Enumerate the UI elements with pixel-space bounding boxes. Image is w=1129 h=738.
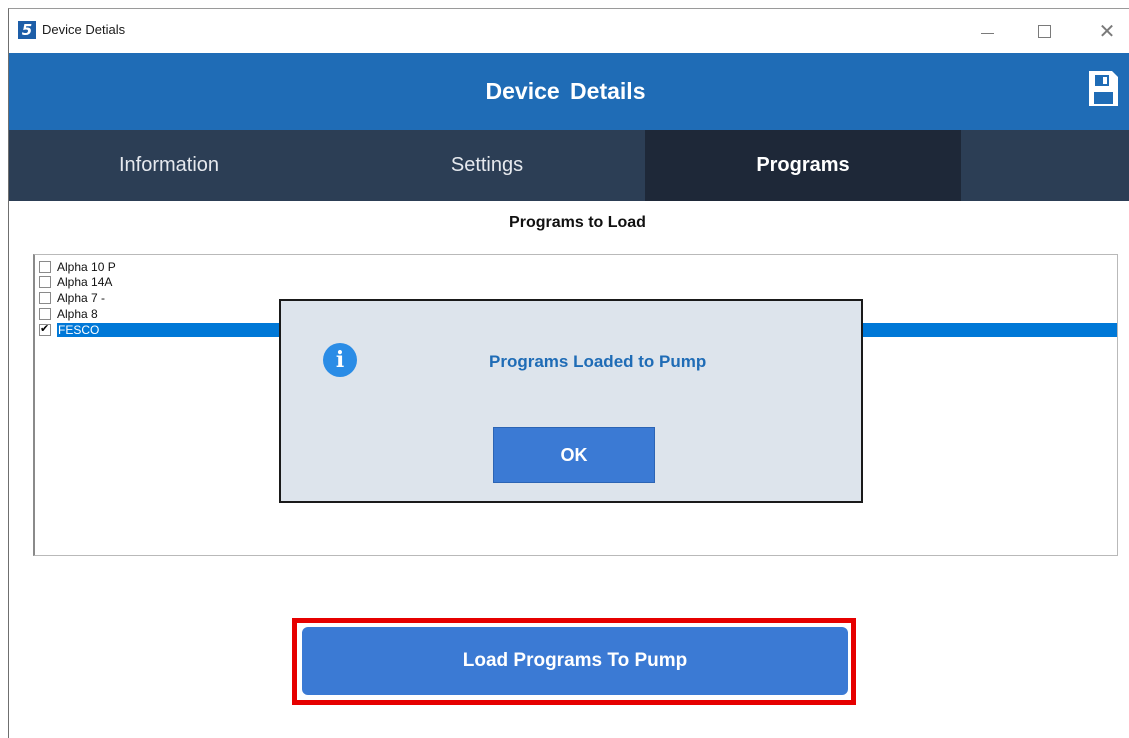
tab-settings[interactable]: Settings <box>329 130 645 201</box>
program-checkbox[interactable] <box>39 291 51 304</box>
save-icon[interactable] <box>1086 69 1120 109</box>
program-checkbox[interactable] <box>39 275 51 288</box>
tab-programs[interactable]: Programs <box>645 130 961 201</box>
ok-button[interactable]: OK <box>493 427 655 483</box>
title-bar: 5 Device Detials ✕ <box>9 9 1129 53</box>
message-dialog: i Programs Loaded to Pump OK <box>279 299 863 503</box>
program-label: Alpha 8 <box>57 306 98 321</box>
device-details-window: 5 Device Detials ✕ Device Details Inform… <box>8 8 1129 738</box>
info-icon: i <box>323 343 357 377</box>
programs-to-load-heading: Programs to Load <box>509 214 646 231</box>
list-item[interactable]: Alpha 10 P <box>39 259 1117 274</box>
program-label: Alpha 7 - <box>57 290 106 305</box>
window-title: Device Detials <box>42 22 126 37</box>
load-programs-button[interactable]: Load Programs To Pump <box>302 627 848 695</box>
program-label: Alpha 10 P <box>57 259 116 274</box>
program-checkbox[interactable] <box>39 260 51 273</box>
page-title: Device Details <box>485 78 646 104</box>
close-button[interactable]: ✕ <box>1084 17 1129 45</box>
program-checkbox[interactable] <box>39 322 51 336</box>
header-bar: Device Details <box>9 53 1129 130</box>
program-label: Alpha 14A <box>57 274 113 289</box>
app-logo-icon: 5 <box>18 21 36 39</box>
tab-bar: Information Settings Programs <box>9 130 1129 201</box>
tab-information[interactable]: Information <box>9 130 329 201</box>
dialog-message: Programs Loaded to Pump <box>489 352 707 371</box>
maximize-button[interactable] <box>1021 17 1067 45</box>
program-checkbox[interactable] <box>39 307 51 320</box>
list-item[interactable]: Alpha 14A <box>39 274 1117 289</box>
minimize-button[interactable] <box>964 17 1010 45</box>
